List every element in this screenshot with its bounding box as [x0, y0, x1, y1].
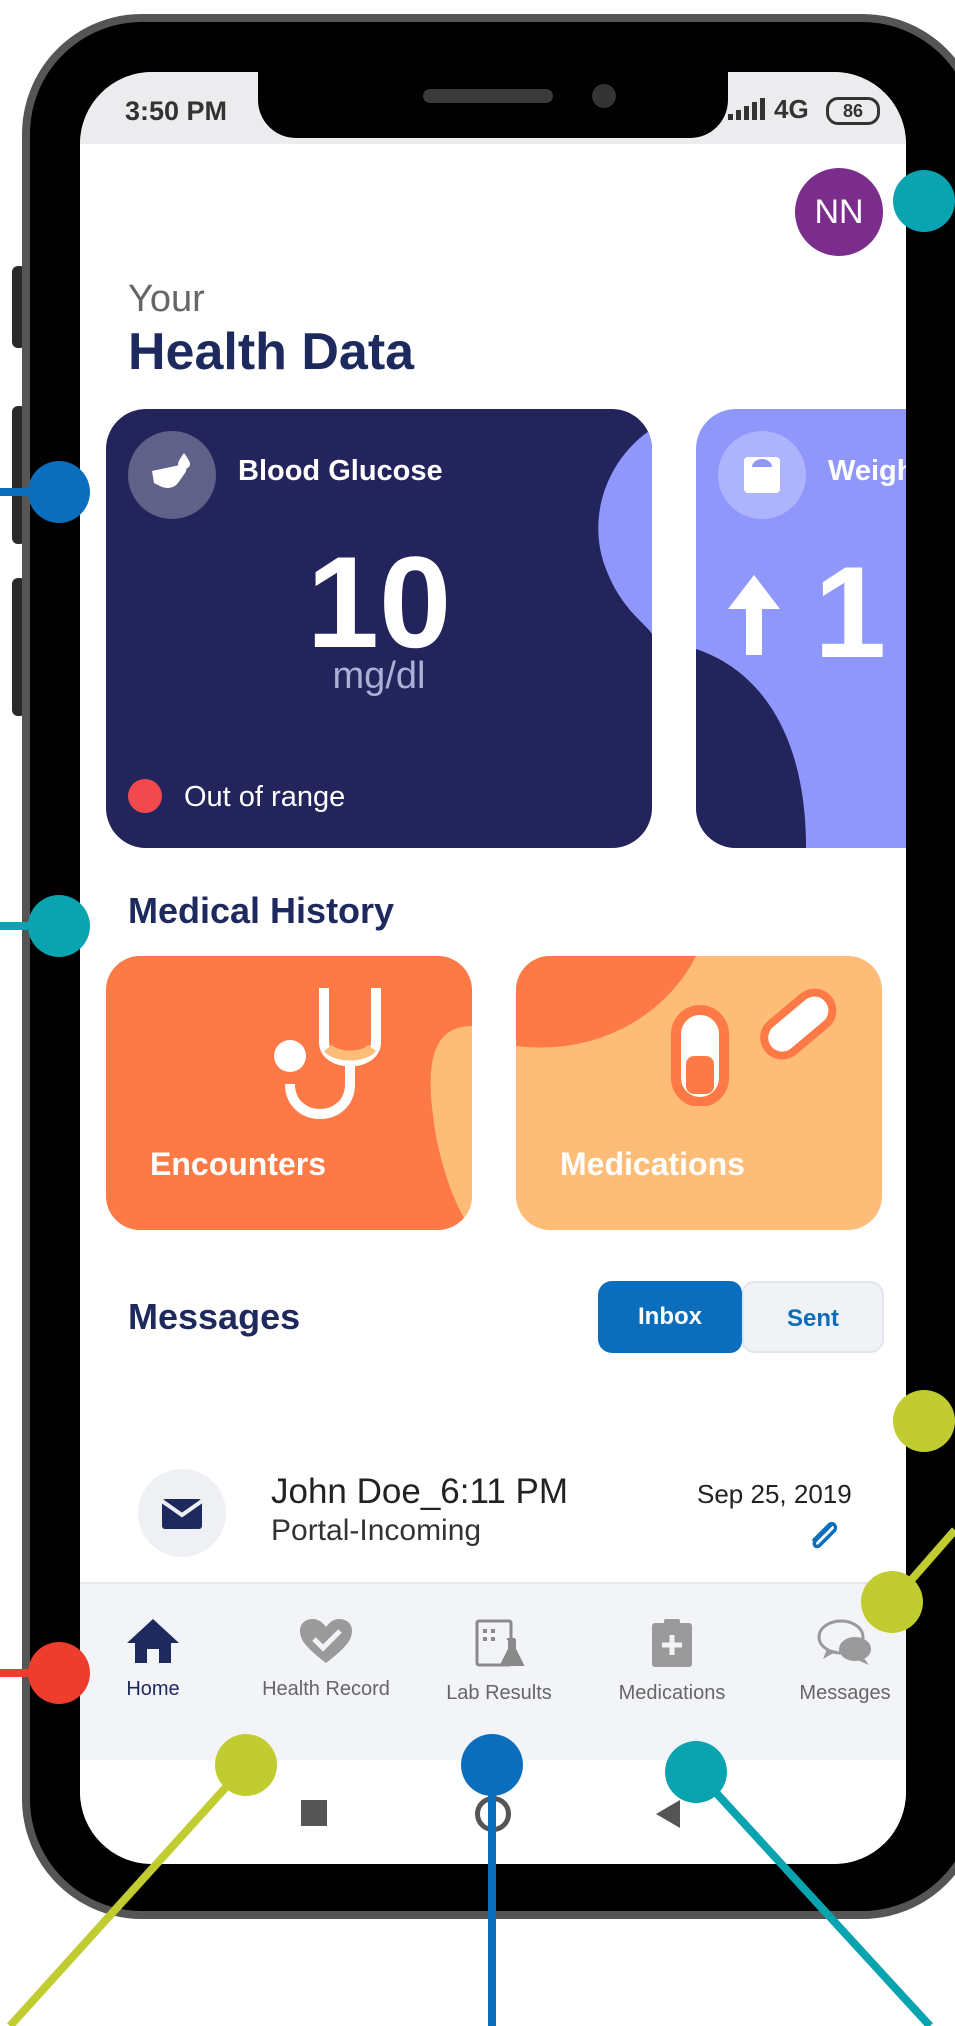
callout-dot [28, 895, 90, 957]
callout-dot [215, 1734, 277, 1796]
callout-dot [861, 1571, 923, 1633]
callout-dot [665, 1741, 727, 1803]
callout-dot [893, 1390, 955, 1452]
callout-dot [893, 170, 955, 232]
callout-dot [461, 1734, 523, 1796]
callout-lines [0, 488, 955, 2026]
callout-dot [28, 461, 90, 523]
callout-dot [28, 1642, 90, 1704]
